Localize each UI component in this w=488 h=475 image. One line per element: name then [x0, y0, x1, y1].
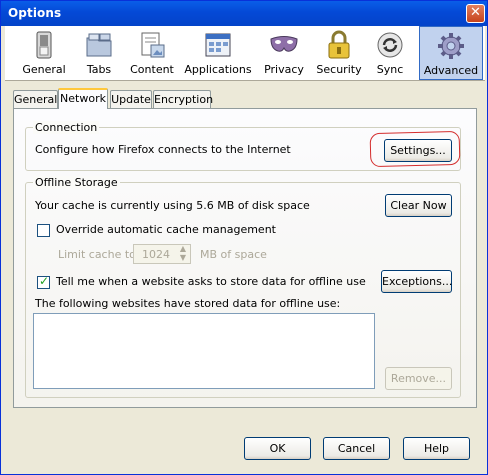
checkmark-icon: ✓: [39, 274, 50, 288]
pane-tabs[interactable]: Tabs: [75, 26, 123, 80]
pane-content[interactable]: Content: [123, 26, 181, 80]
cache-limit-spinner[interactable]: 1024 ▲ ▼: [133, 244, 191, 264]
ok-button[interactable]: OK: [244, 437, 311, 460]
pane-label: Applications: [184, 63, 252, 76]
pane-general[interactable]: General: [13, 26, 75, 80]
applications-window-icon: [205, 33, 231, 57]
content-document-icon: [141, 32, 165, 58]
security-lock-icon: [328, 30, 350, 59]
stored-sites-list[interactable]: [33, 313, 375, 389]
pane-label: Sync: [376, 63, 404, 76]
help-button[interactable]: Help: [403, 437, 470, 460]
pane-label: General: [22, 63, 66, 76]
offline-storage-legend: Offline Storage: [33, 176, 120, 189]
pane-label: Content: [130, 63, 174, 76]
tab-network[interactable]: Network: [58, 88, 108, 109]
tab-general[interactable]: General: [13, 90, 58, 108]
red-highlight-annotation: [369, 130, 461, 168]
clear-now-button[interactable]: Clear Now: [385, 194, 452, 217]
title-bar[interactable]: Options ✕: [1, 1, 487, 26]
pane-privacy[interactable]: Privacy: [259, 26, 309, 80]
cache-limit-unit: MB of space: [200, 248, 267, 261]
privacy-mask-icon: [270, 36, 298, 52]
pane-label: Security: [316, 63, 362, 76]
pane-security[interactable]: Security: [313, 26, 365, 80]
pane-toolbar: General Tabs Content Applications Privac…: [5, 26, 485, 81]
close-button[interactable]: ✕: [466, 4, 485, 23]
tab-encryption[interactable]: Encryption: [153, 90, 213, 108]
tell-me-checkbox[interactable]: ✓: [37, 274, 50, 289]
connection-description: Configure how Firefox connects to the In…: [35, 143, 291, 156]
cache-usage-text: Your cache is currently using 5.6 MB of …: [35, 199, 310, 212]
tabs-folder-icon: [86, 33, 112, 57]
pane-label: Tabs: [86, 63, 112, 76]
remove-button: Remove...: [385, 367, 452, 390]
pane-sync[interactable]: Sync: [367, 26, 413, 80]
cancel-button[interactable]: Cancel: [323, 437, 390, 460]
limit-cache-label: Limit cache to: [58, 248, 136, 261]
pane-label: Advanced: [423, 64, 479, 77]
advanced-gear-icon: [438, 33, 464, 59]
connection-legend: Connection: [33, 121, 100, 134]
tab-update[interactable]: Update: [110, 90, 152, 108]
override-cache-label: Override automatic cache management: [56, 223, 276, 236]
exceptions-button[interactable]: Exceptions...: [381, 270, 452, 293]
spinner-up-icon: ▲: [179, 244, 186, 253]
sync-arrows-icon: [377, 32, 403, 58]
pane-applications[interactable]: Applications: [183, 26, 253, 80]
override-cache-checkbox[interactable]: [37, 224, 50, 237]
general-switch-icon: [36, 31, 52, 59]
pane-advanced[interactable]: Advanced: [419, 26, 483, 80]
spinner-down-icon: ▼: [179, 253, 186, 262]
tell-me-label: Tell me when a website asks to store dat…: [56, 275, 366, 288]
window-title: Options: [8, 6, 62, 20]
pane-label: Privacy: [264, 63, 304, 76]
options-window: Options ✕ General Tabs Content Applicati…: [0, 0, 488, 475]
cache-limit-value: 1024: [142, 248, 170, 261]
stored-sites-label: The following websites have stored data …: [35, 297, 341, 310]
